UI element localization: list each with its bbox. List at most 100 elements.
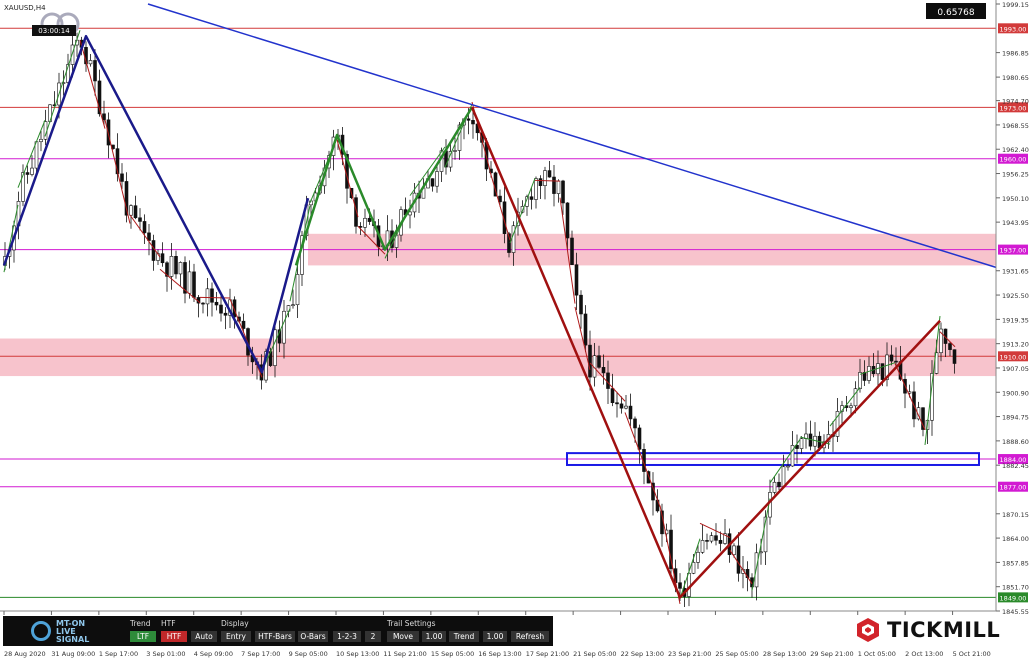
y-tick-label-1864: 1864.00: [1002, 535, 1029, 543]
candle-body-173: [781, 466, 786, 488]
display-auto-button[interactable]: Auto: [191, 631, 217, 642]
candle-body-138: [624, 405, 628, 409]
refresh-button[interactable]: Refresh: [511, 631, 549, 642]
candle-body-19: [88, 60, 93, 65]
candle-body-177: [799, 438, 804, 449]
trail-settings-label: Trail Settings: [387, 619, 436, 628]
candle-body-6: [30, 167, 34, 175]
candle-body-162: [732, 545, 736, 555]
trend-label: Trend: [130, 619, 151, 628]
candle-body-192: [867, 366, 871, 381]
y-tick-label-1888.6: 1888.60: [1002, 438, 1029, 446]
level-label-1877.00: 1877.00: [1000, 484, 1027, 492]
x-tick-label-13: 22 Sep 13:00: [621, 650, 664, 658]
candle-body-126: [570, 237, 574, 265]
x-tick-label-3: 3 Sep 01:00: [146, 650, 185, 658]
one-two-three-button[interactable]: 1-2-3: [333, 631, 361, 642]
candle-body-41: [187, 271, 192, 294]
trend-value[interactable]: 1.00: [483, 631, 507, 642]
candle-body-122: [552, 176, 556, 194]
candle-body-124: [561, 180, 565, 204]
x-tick-label-12: 21 Sep 05:00: [573, 650, 616, 658]
candle-body-42: [192, 271, 196, 298]
chart-background: [0, 0, 1030, 662]
candle-body-117: [529, 196, 534, 200]
level-label-1993.00: 1993.00: [1000, 25, 1027, 33]
move-value[interactable]: 1.00: [422, 631, 446, 642]
brand-logo: TICKMILL: [855, 616, 1000, 644]
candle-body-136: [615, 402, 619, 405]
y-tick-label-1845.55: 1845.55: [1002, 608, 1029, 616]
entry-button[interactable]: Entry: [221, 631, 251, 642]
two-button[interactable]: 2: [365, 631, 381, 642]
x-tick-label-14: 23 Sep 21:00: [668, 650, 711, 658]
candle-body-125: [565, 202, 570, 239]
candle-body-53: [241, 320, 246, 329]
candle-body-100: [453, 150, 457, 152]
mt-on-logo-icon: [31, 621, 51, 641]
candle-body-103: [466, 118, 471, 121]
tickmill-hexagon-icon: [857, 618, 879, 642]
candle-body-188: [849, 405, 853, 408]
y-tick-label-1919.35: 1919.35: [1002, 316, 1029, 324]
y-tick-label-1968.55: 1968.55: [1002, 122, 1029, 130]
candle-body-133: [601, 367, 606, 374]
candle-body-129: [583, 313, 588, 346]
y-tick-label-1913.2: 1913.20: [1002, 341, 1029, 349]
logo-text-3: SIGNAL: [56, 635, 90, 644]
y-tick-label-1925.5: 1925.50: [1002, 292, 1029, 300]
display-label: Display: [221, 619, 249, 628]
candle-body-104: [471, 120, 475, 125]
candle-body-45: [205, 288, 210, 305]
candle-body-139: [628, 405, 633, 420]
candle-body-29: [133, 205, 138, 219]
trend-ltf-button[interactable]: LTF: [130, 631, 156, 642]
candle-body-65: [295, 274, 300, 306]
x-tick-label-4: 4 Sep 09:00: [194, 650, 233, 658]
candle-body-119: [538, 178, 543, 186]
price-chart[interactable]: 1993.001973.001960.001937.001910.001884.…: [0, 0, 1030, 662]
chart-window: 1993.00 1973.00 1960.00 1937.00 1910.00 1884.…: [0, 0, 1030, 662]
trend-button[interactable]: Trend: [449, 631, 479, 642]
y-tick-label-1907.05: 1907.05: [1002, 365, 1029, 373]
candle-body-128: [579, 294, 583, 315]
candle-body-171: [772, 481, 777, 493]
x-tick-label-6: 9 Sep 05:00: [289, 650, 328, 658]
candle-body-174: [786, 465, 790, 468]
candle-body-134: [606, 372, 610, 389]
candle-body-155: [700, 540, 705, 553]
candle-body-26: [120, 173, 124, 182]
x-tick-label-8: 11 Sep 21:00: [383, 650, 426, 658]
candle-body-130: [588, 344, 592, 378]
y-tick-label-1851.7: 1851.70: [1002, 584, 1029, 592]
y-tick-label-1956.25: 1956.25: [1002, 171, 1029, 179]
x-tick-label-1: 31 Aug 09:00: [51, 650, 95, 658]
candle-body-8: [39, 138, 43, 143]
y-tick-label-1950.1: 1950.10: [1002, 195, 1029, 203]
candle-body-159: [718, 540, 723, 544]
candle-body-80: [363, 217, 367, 228]
o-bars-button[interactable]: O-Bars: [298, 631, 328, 642]
htf-button[interactable]: HTF: [161, 631, 187, 642]
x-tick-label-9: 15 Sep 05:00: [431, 650, 474, 658]
y-tick-label-1900.9: 1900.90: [1002, 389, 1029, 397]
move-button[interactable]: Move: [387, 631, 419, 642]
candle-body-123: [556, 180, 561, 194]
x-tick-label-10: 16 Sep 13:00: [478, 650, 521, 658]
x-tick-label-11: 17 Sep 21:00: [526, 650, 569, 658]
y-tick-label-1962.4: 1962.40: [1002, 146, 1029, 154]
x-tick-label-15: 25 Sep 05:00: [715, 650, 758, 658]
candle-body-95: [430, 178, 435, 187]
htf-bars-button[interactable]: HTF-Bars: [255, 631, 295, 642]
level-label-1960.00: 1960.00: [1000, 156, 1027, 164]
htf-label: HTF: [161, 619, 176, 628]
candle-body-190: [858, 372, 862, 389]
candle-body-60: [273, 329, 277, 366]
indicator-toolbar: MT-ON LIVE SIGNAL Trend LTF HTF HTF Disp…: [3, 616, 553, 646]
candle-body-22: [102, 113, 106, 121]
candle-body-156: [705, 540, 709, 542]
mt-on-logo: MT-ON LIVE SIGNAL: [31, 619, 101, 644]
candle-body-81: [367, 217, 372, 222]
candle-body-198: [894, 360, 898, 363]
y-tick-label-1870.15: 1870.15: [1002, 511, 1029, 519]
